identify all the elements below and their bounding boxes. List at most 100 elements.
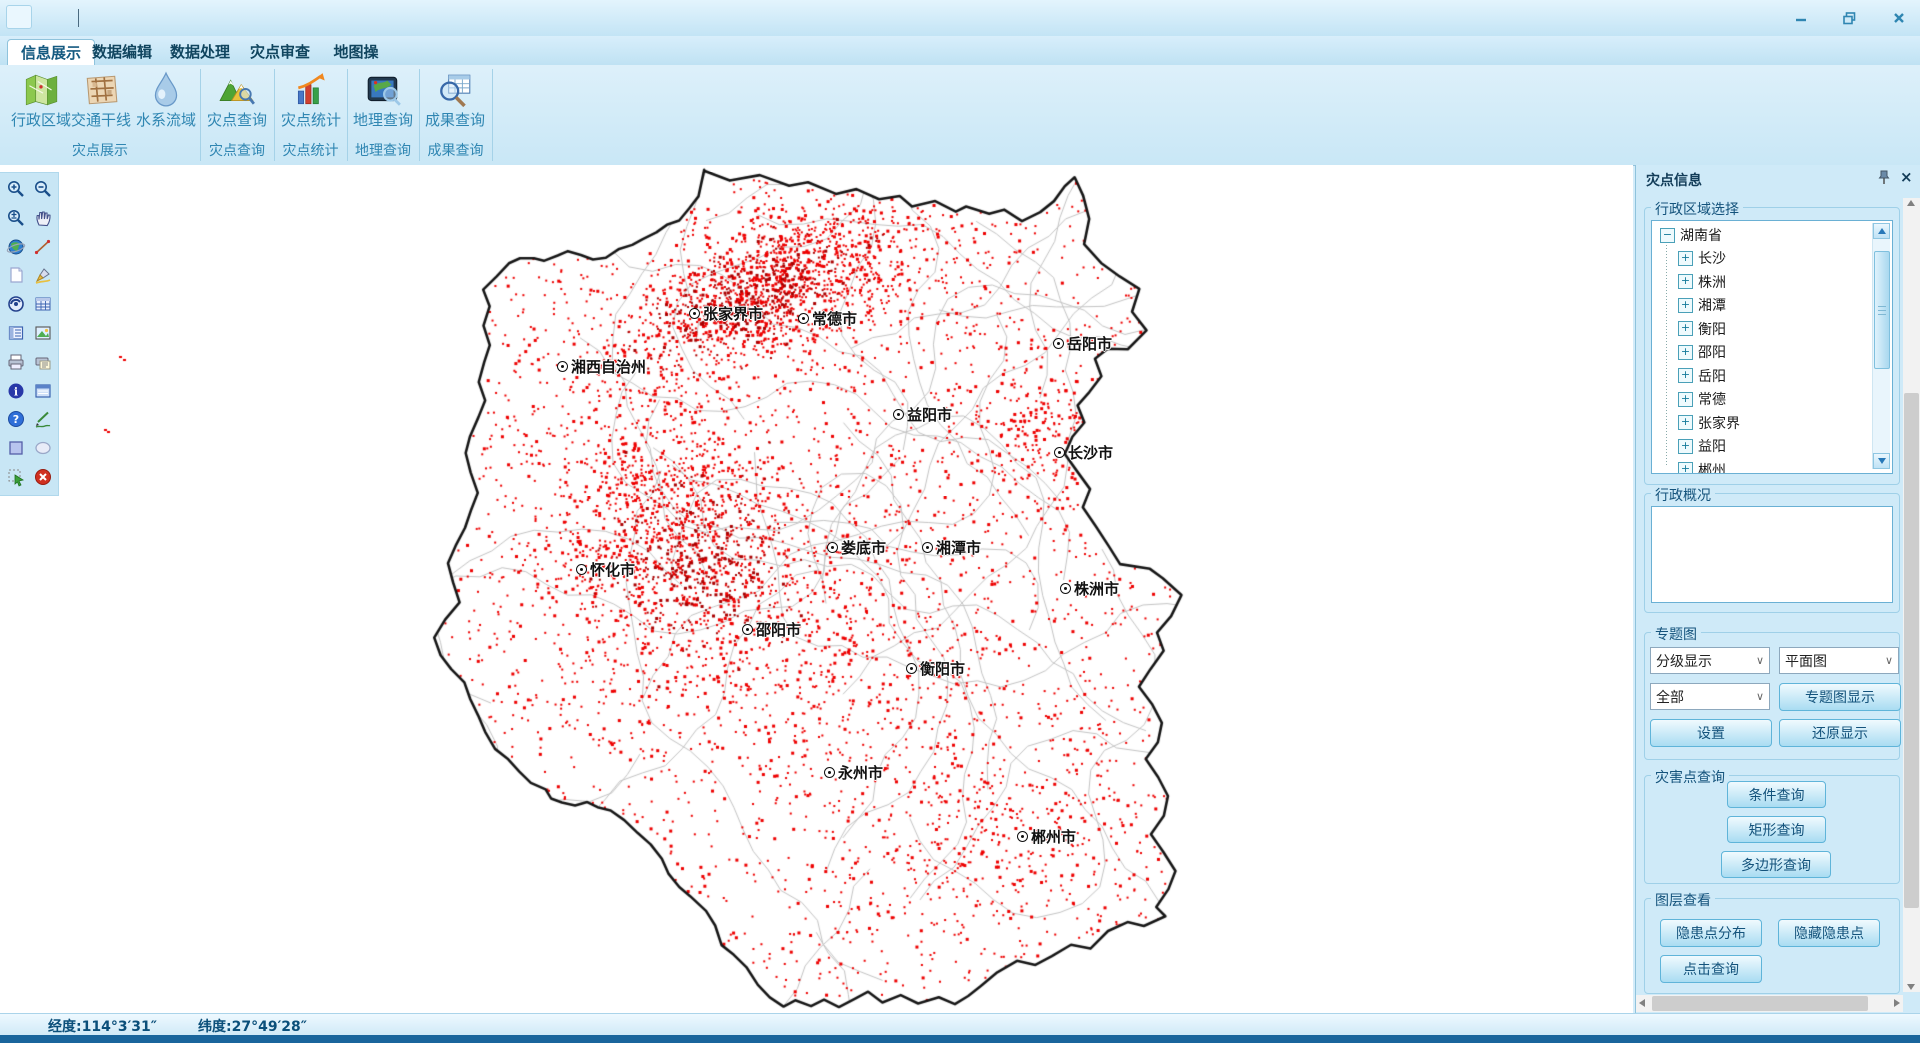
- eagle-eye-icon[interactable]: [4, 292, 28, 316]
- panel-hscrollbar-thumb[interactable]: [1652, 996, 1868, 1011]
- tree-expander-icon[interactable]: +: [1678, 439, 1693, 454]
- window-panel-icon[interactable]: [31, 379, 55, 403]
- click-query-button[interactable]: 点击查询: [1660, 955, 1762, 983]
- rect-query-button[interactable]: 矩形查询: [1727, 816, 1826, 843]
- panel-scroll-up-icon[interactable]: [1907, 200, 1915, 206]
- sketch-pen-icon[interactable]: [31, 407, 55, 431]
- zoom-in-icon[interactable]: [4, 177, 28, 201]
- city-marker-icon: [742, 624, 753, 635]
- tree-item-0[interactable]: +长沙: [1678, 248, 1726, 268]
- tree-item-root[interactable]: −湖南省: [1660, 225, 1722, 245]
- help-icon[interactable]: ?: [4, 407, 28, 431]
- tree-expander-icon[interactable]: −: [1660, 228, 1675, 243]
- region-tree[interactable]: −湖南省+长沙+株洲+湘潭+衡阳+邵阳+岳阳+常德+张家界+益阳+郴州: [1651, 220, 1893, 474]
- plane-map-select[interactable]: 平面图∨: [1779, 647, 1899, 674]
- tree-expander-icon[interactable]: +: [1678, 274, 1693, 289]
- panel-scroll-left-icon[interactable]: [1639, 999, 1645, 1007]
- ribbon-button-label: 灾点查询: [201, 109, 273, 130]
- restore-icon[interactable]: [1834, 8, 1864, 28]
- tree-expander-icon[interactable]: +: [1678, 368, 1693, 383]
- blank-page-icon[interactable]: [4, 263, 28, 287]
- tree-scrollbar[interactable]: [1872, 223, 1890, 469]
- city-label: 永州市: [824, 762, 883, 783]
- tree-item-7[interactable]: + 张家界: [1678, 413, 1740, 433]
- disaster-query-button[interactable]: 灾点查询: [201, 69, 273, 141]
- tab-info-display[interactable]: 信息展示: [7, 39, 95, 66]
- map-viewport[interactable]: 张家界市常德市岳阳市湘西自治州益阳市长沙市娄底市湘潭市怀化市株洲市邵阳市衡阳市永…: [0, 165, 1633, 1013]
- attribute-table-icon[interactable]: [31, 292, 55, 316]
- globe-icon[interactable]: [4, 235, 28, 259]
- tree-item-3[interactable]: +衡阳: [1678, 319, 1726, 339]
- city-marker-icon: [798, 313, 809, 324]
- tree-expander-icon[interactable]: +: [1678, 462, 1693, 474]
- traffic-lines-button[interactable]: 交通干线: [65, 69, 137, 141]
- ellipse-select-icon[interactable]: [31, 436, 55, 460]
- print-icon[interactable]: [4, 350, 28, 374]
- tree-item-4[interactable]: +邵阳: [1678, 342, 1726, 362]
- pin-icon[interactable]: [1878, 170, 1890, 189]
- tree-scroll-down-icon[interactable]: [1873, 453, 1890, 469]
- hide-hazards-button[interactable]: 隐藏隐患点: [1778, 919, 1880, 947]
- brush-icon[interactable]: [31, 263, 55, 287]
- tree-item-label: 张家界: [1698, 413, 1740, 433]
- tree-item-5[interactable]: +岳阳: [1678, 366, 1726, 386]
- window-bottom-edge: [0, 1035, 1920, 1043]
- zoom-extent-icon[interactable]: [4, 206, 28, 230]
- tree-expander-icon[interactable]: +: [1678, 298, 1693, 313]
- tree-item-2[interactable]: +湘潭: [1678, 295, 1726, 315]
- minimize-icon[interactable]: [1786, 8, 1816, 28]
- panel-scrollbar-thumb[interactable]: [1904, 393, 1919, 908]
- map-canvas[interactable]: [0, 165, 1633, 1013]
- grade-display-select[interactable]: 分级显示∨: [1650, 647, 1770, 674]
- tree-expander-icon[interactable]: +: [1678, 251, 1693, 266]
- result-query-button[interactable]: 成果查询: [419, 69, 491, 141]
- export-image-icon[interactable]: [31, 321, 55, 345]
- tab-disaster-review[interactable]: 灾点审查: [250, 39, 310, 65]
- tree-expander-icon[interactable]: +: [1678, 321, 1693, 336]
- water-system-button[interactable]: 水系流域: [130, 69, 202, 141]
- print-preview-icon[interactable]: [31, 350, 55, 374]
- panel-scroll-down-icon[interactable]: [1907, 984, 1915, 990]
- ribbon-group-separator: [492, 69, 493, 161]
- panel-scrollbar[interactable]: [1903, 198, 1920, 992]
- measure-line-icon[interactable]: [31, 235, 55, 259]
- tree-item-8[interactable]: +益阳: [1678, 436, 1726, 456]
- geo-query-button[interactable]: 地理查询: [347, 69, 419, 141]
- tree-expander-icon[interactable]: +: [1678, 345, 1693, 360]
- tree-item-1[interactable]: +株洲: [1678, 272, 1726, 292]
- tab-map-operation[interactable]: 地图操作: [328, 39, 384, 65]
- tree-expander-icon[interactable]: +: [1678, 415, 1693, 430]
- admin-overview-textbox[interactable]: [1651, 506, 1893, 603]
- thematic-display-button[interactable]: 专题图显示: [1779, 683, 1901, 711]
- disaster-stats-button[interactable]: 灾点统计: [275, 69, 347, 141]
- pan-hand-icon[interactable]: [31, 206, 55, 230]
- legend-window-icon[interactable]: [4, 321, 28, 345]
- city-label: 衡阳市: [906, 658, 965, 679]
- tab-data-process[interactable]: 数据处理: [170, 39, 230, 65]
- quick-access-box[interactable]: [6, 5, 32, 29]
- close-icon[interactable]: [1884, 8, 1914, 28]
- tree-item-9[interactable]: +郴州: [1678, 460, 1726, 475]
- tree-item-6[interactable]: +常德: [1678, 389, 1726, 409]
- restore-display-button[interactable]: 还原显示: [1779, 719, 1901, 747]
- pointer-select-icon[interactable]: [4, 465, 28, 489]
- condition-query-button[interactable]: 条件查询: [1727, 781, 1826, 808]
- all-select[interactable]: 全部∨: [1650, 683, 1770, 710]
- panel-hscrollbar[interactable]: [1636, 995, 1903, 1012]
- city-name: 湘西自治州: [571, 356, 646, 377]
- zoom-out-icon[interactable]: [31, 177, 55, 201]
- rect-select-icon[interactable]: [4, 436, 28, 460]
- tree-scrollbar-thumb[interactable]: [1874, 251, 1890, 369]
- info-icon[interactable]: i: [4, 379, 28, 403]
- disaster-search-icon: [201, 71, 273, 109]
- panel-scroll-right-icon[interactable]: [1894, 999, 1900, 1007]
- polygon-query-button[interactable]: 多边形查询: [1721, 851, 1831, 878]
- settings-button[interactable]: 设置: [1650, 719, 1772, 747]
- delete-icon[interactable]: [31, 465, 55, 489]
- tab-data-edit[interactable]: 数据编辑: [92, 39, 152, 65]
- hazard-distribution-button[interactable]: 隐患点分布: [1660, 919, 1762, 947]
- panel-close-icon[interactable]: ×: [1900, 168, 1913, 186]
- tree-scroll-up-icon[interactable]: [1873, 223, 1890, 239]
- tree-expander-icon[interactable]: +: [1678, 392, 1693, 407]
- select-value: 全部: [1656, 687, 1684, 707]
